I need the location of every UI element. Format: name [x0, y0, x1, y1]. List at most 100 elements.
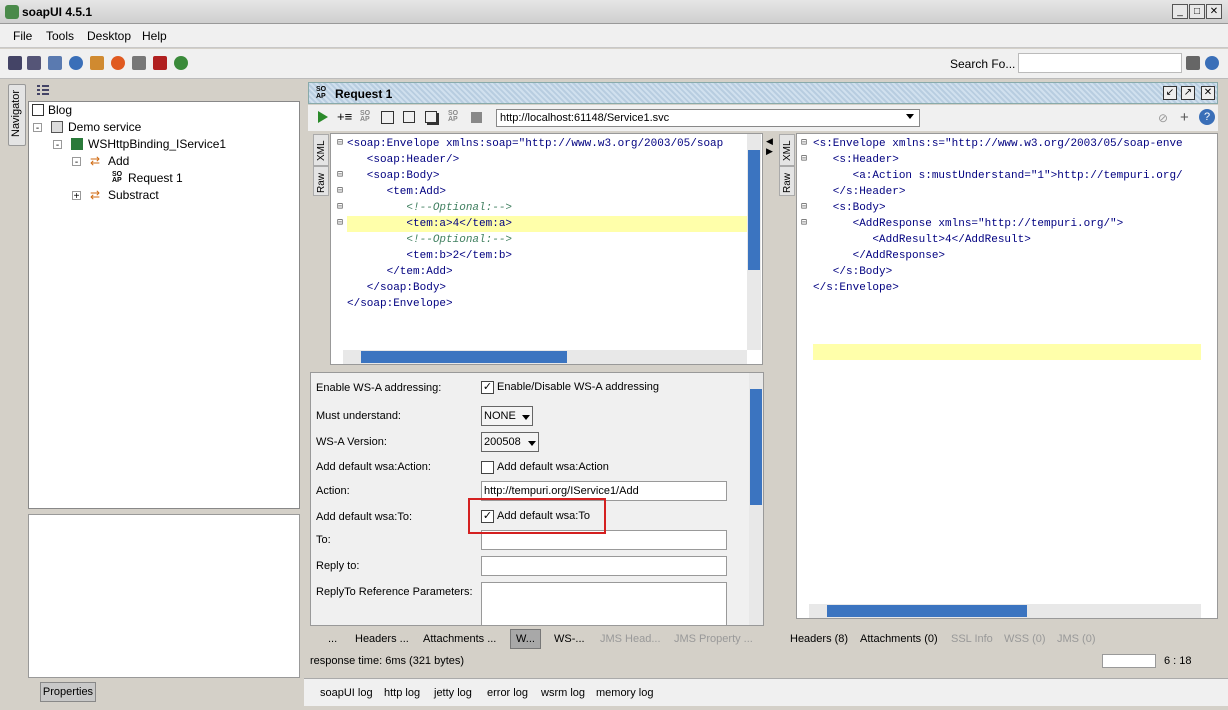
cancel-icon[interactable]: [471, 112, 482, 123]
menu-desktop[interactable]: Desktop: [87, 29, 131, 43]
exit-icon[interactable]: [174, 56, 188, 70]
users-icon[interactable]: [90, 56, 104, 70]
chevron-down-icon[interactable]: [528, 441, 536, 446]
tab-memory-log[interactable]: memory log: [596, 687, 653, 699]
search-input[interactable]: [1018, 53, 1182, 73]
code-line: <tem:Add>: [347, 186, 447, 198]
operation-icon: ⇄: [90, 154, 101, 168]
tab-jms[interactable]: JMS (0): [1057, 633, 1096, 645]
chevron-down-icon[interactable]: [906, 114, 914, 119]
tab-xml[interactable]: XML: [313, 134, 329, 166]
tree-item-blog[interactable]: Blog: [48, 103, 72, 117]
close-icon[interactable]: ✕: [1201, 86, 1215, 100]
collapse-icon[interactable]: -: [53, 140, 62, 151]
clone-request-icon[interactable]: SO AP: [360, 110, 370, 123]
tag-icon[interactable]: ⊘: [1158, 111, 1168, 125]
tab-wss[interactable]: WSS (0): [1004, 633, 1046, 645]
vertical-scrollbar[interactable]: [749, 373, 763, 625]
tree-item-add[interactable]: Add: [108, 154, 129, 168]
tab-wsrm[interactable]: WS-...: [554, 633, 585, 645]
help-icon[interactable]: ?: [1199, 109, 1215, 125]
recreate-icon[interactable]: [403, 111, 415, 123]
soap-icon[interactable]: SO AP: [448, 110, 458, 123]
collapse-icon[interactable]: -: [72, 157, 81, 168]
properties-button[interactable]: Properties: [40, 682, 96, 702]
action-default-checkbox[interactable]: [481, 461, 494, 474]
tab-ssl-info[interactable]: SSL Info: [951, 633, 993, 645]
tab-response-attachments[interactable]: Attachments (0): [860, 633, 938, 645]
tab-raw-response[interactable]: Raw: [779, 166, 795, 196]
tab-error-log[interactable]: error log: [487, 687, 528, 699]
code-line: <soap:Header/>: [347, 154, 460, 166]
copy-icon[interactable]: [425, 111, 437, 123]
create-empty-icon[interactable]: [381, 111, 394, 124]
tab-attachments[interactable]: Attachments ...: [423, 633, 496, 645]
tab-wsrm-log[interactable]: wsrm log: [541, 687, 585, 699]
vertical-scrollbar[interactable]: [747, 134, 761, 350]
search-help-icon[interactable]: [1205, 56, 1219, 70]
tools-icon[interactable]: [132, 56, 146, 70]
code-line: <AddResponse xmlns="http://tempuri.org/"…: [813, 218, 1124, 230]
help-icon[interactable]: [69, 56, 83, 70]
float-icon[interactable]: ↙: [1163, 86, 1177, 100]
horizontal-scrollbar[interactable]: [343, 350, 747, 364]
enable-wsa-checkbox[interactable]: ✓: [481, 381, 494, 394]
save-all-icon[interactable]: [48, 56, 62, 70]
tab-http-log[interactable]: http log: [384, 687, 420, 699]
code-line: </AddResponse>: [813, 250, 946, 262]
navigator-tab[interactable]: Navigator: [8, 84, 26, 146]
chevron-down-icon[interactable]: [522, 415, 530, 420]
add-assertion-icon[interactable]: +≡: [337, 109, 352, 124]
enable-wsa-cb-label: Enable/Disable WS-A addressing: [497, 381, 660, 393]
code-line: <AddResult>4</AddResult>: [813, 234, 1031, 246]
fold-markers[interactable]: ⊟ ⊟ ⊟ ⊟: [801, 136, 807, 232]
minimize-button[interactable]: _: [1172, 4, 1188, 19]
tab-jetty-log[interactable]: jetty log: [434, 687, 472, 699]
log-tabs-bar: soapUI log http log jetty log error log …: [304, 678, 1228, 706]
tab-wsa[interactable]: W...: [510, 629, 541, 649]
tab-jms-headers[interactable]: JMS Head...: [600, 633, 661, 645]
menu-tools[interactable]: Tools: [46, 29, 74, 43]
tab-soapui-log[interactable]: soapUI log: [320, 687, 373, 699]
tab-more[interactable]: ...: [328, 633, 337, 645]
code-line: <soap:Envelope xmlns:soap="http://www.w3…: [347, 138, 724, 150]
menu-file[interactable]: File: [13, 29, 32, 43]
maximize-button[interactable]: □: [1189, 4, 1205, 19]
expand-icon[interactable]: +: [72, 191, 81, 202]
new-project-icon[interactable]: [8, 56, 22, 70]
stop-icon[interactable]: [153, 56, 167, 70]
tab-xml-response[interactable]: XML: [779, 134, 795, 166]
horizontal-scrollbar[interactable]: [809, 604, 1201, 618]
soap-request-icon: SO AP: [316, 86, 327, 100]
splitter-arrows-icon[interactable]: ◀ ▶: [766, 136, 773, 156]
binoculars-icon[interactable]: [1186, 56, 1200, 70]
list-view-icon[interactable]: [36, 84, 50, 96]
response-editor[interactable]: ⊟ ⊟ ⊟ ⊟ <s:Envelope xmlns:s="http://www.w3…: [796, 133, 1218, 619]
forum-icon[interactable]: [111, 56, 125, 70]
add-icon[interactable]: +: [1180, 109, 1189, 126]
dock-icon[interactable]: ↗: [1181, 86, 1195, 100]
tree-item-demo-service[interactable]: Demo service: [68, 120, 141, 134]
reply-to-input[interactable]: [481, 556, 727, 576]
tree-item-wshttpbinding[interactable]: WSHttpBinding_IService1: [88, 137, 226, 151]
replyto-ref-input[interactable]: [481, 582, 727, 625]
import-project-icon[interactable]: [27, 56, 41, 70]
run-icon[interactable]: [318, 111, 328, 123]
response-time-text: response time: 6ms (321 bytes): [310, 655, 465, 667]
menu-help[interactable]: Help: [142, 29, 167, 43]
tab-raw[interactable]: Raw: [313, 166, 329, 196]
collapse-icon[interactable]: -: [33, 123, 42, 134]
tab-jms-property[interactable]: JMS Property ...: [674, 633, 753, 645]
tree-item-request-1[interactable]: Request 1: [128, 171, 183, 185]
endpoint-select[interactable]: http://localhost:61148/Service1.svc: [496, 109, 920, 127]
tab-response-headers[interactable]: Headers (8): [790, 633, 848, 645]
code-line: <a:Action s:mustUnderstand="1">http://te…: [813, 170, 1183, 182]
tree-item-substract[interactable]: Substract: [108, 188, 159, 202]
close-button[interactable]: ✕: [1206, 4, 1222, 19]
fold-markers[interactable]: ⊟ ⊟ ⊟ ⊟ ⊟: [337, 136, 343, 312]
code-line: <s:Envelope xmlns:s="http://www.w3.org/2…: [813, 138, 1183, 150]
enable-wsa-label: Enable WS-A addressing:: [316, 382, 442, 394]
code-line: </soap:Body>: [347, 282, 447, 294]
tab-headers[interactable]: Headers ...: [355, 633, 409, 645]
request-editor[interactable]: ⊟ ⊟ ⊟ ⊟ ⊟ <soap:Envelope xmlns:soap="http:/…: [330, 133, 763, 365]
